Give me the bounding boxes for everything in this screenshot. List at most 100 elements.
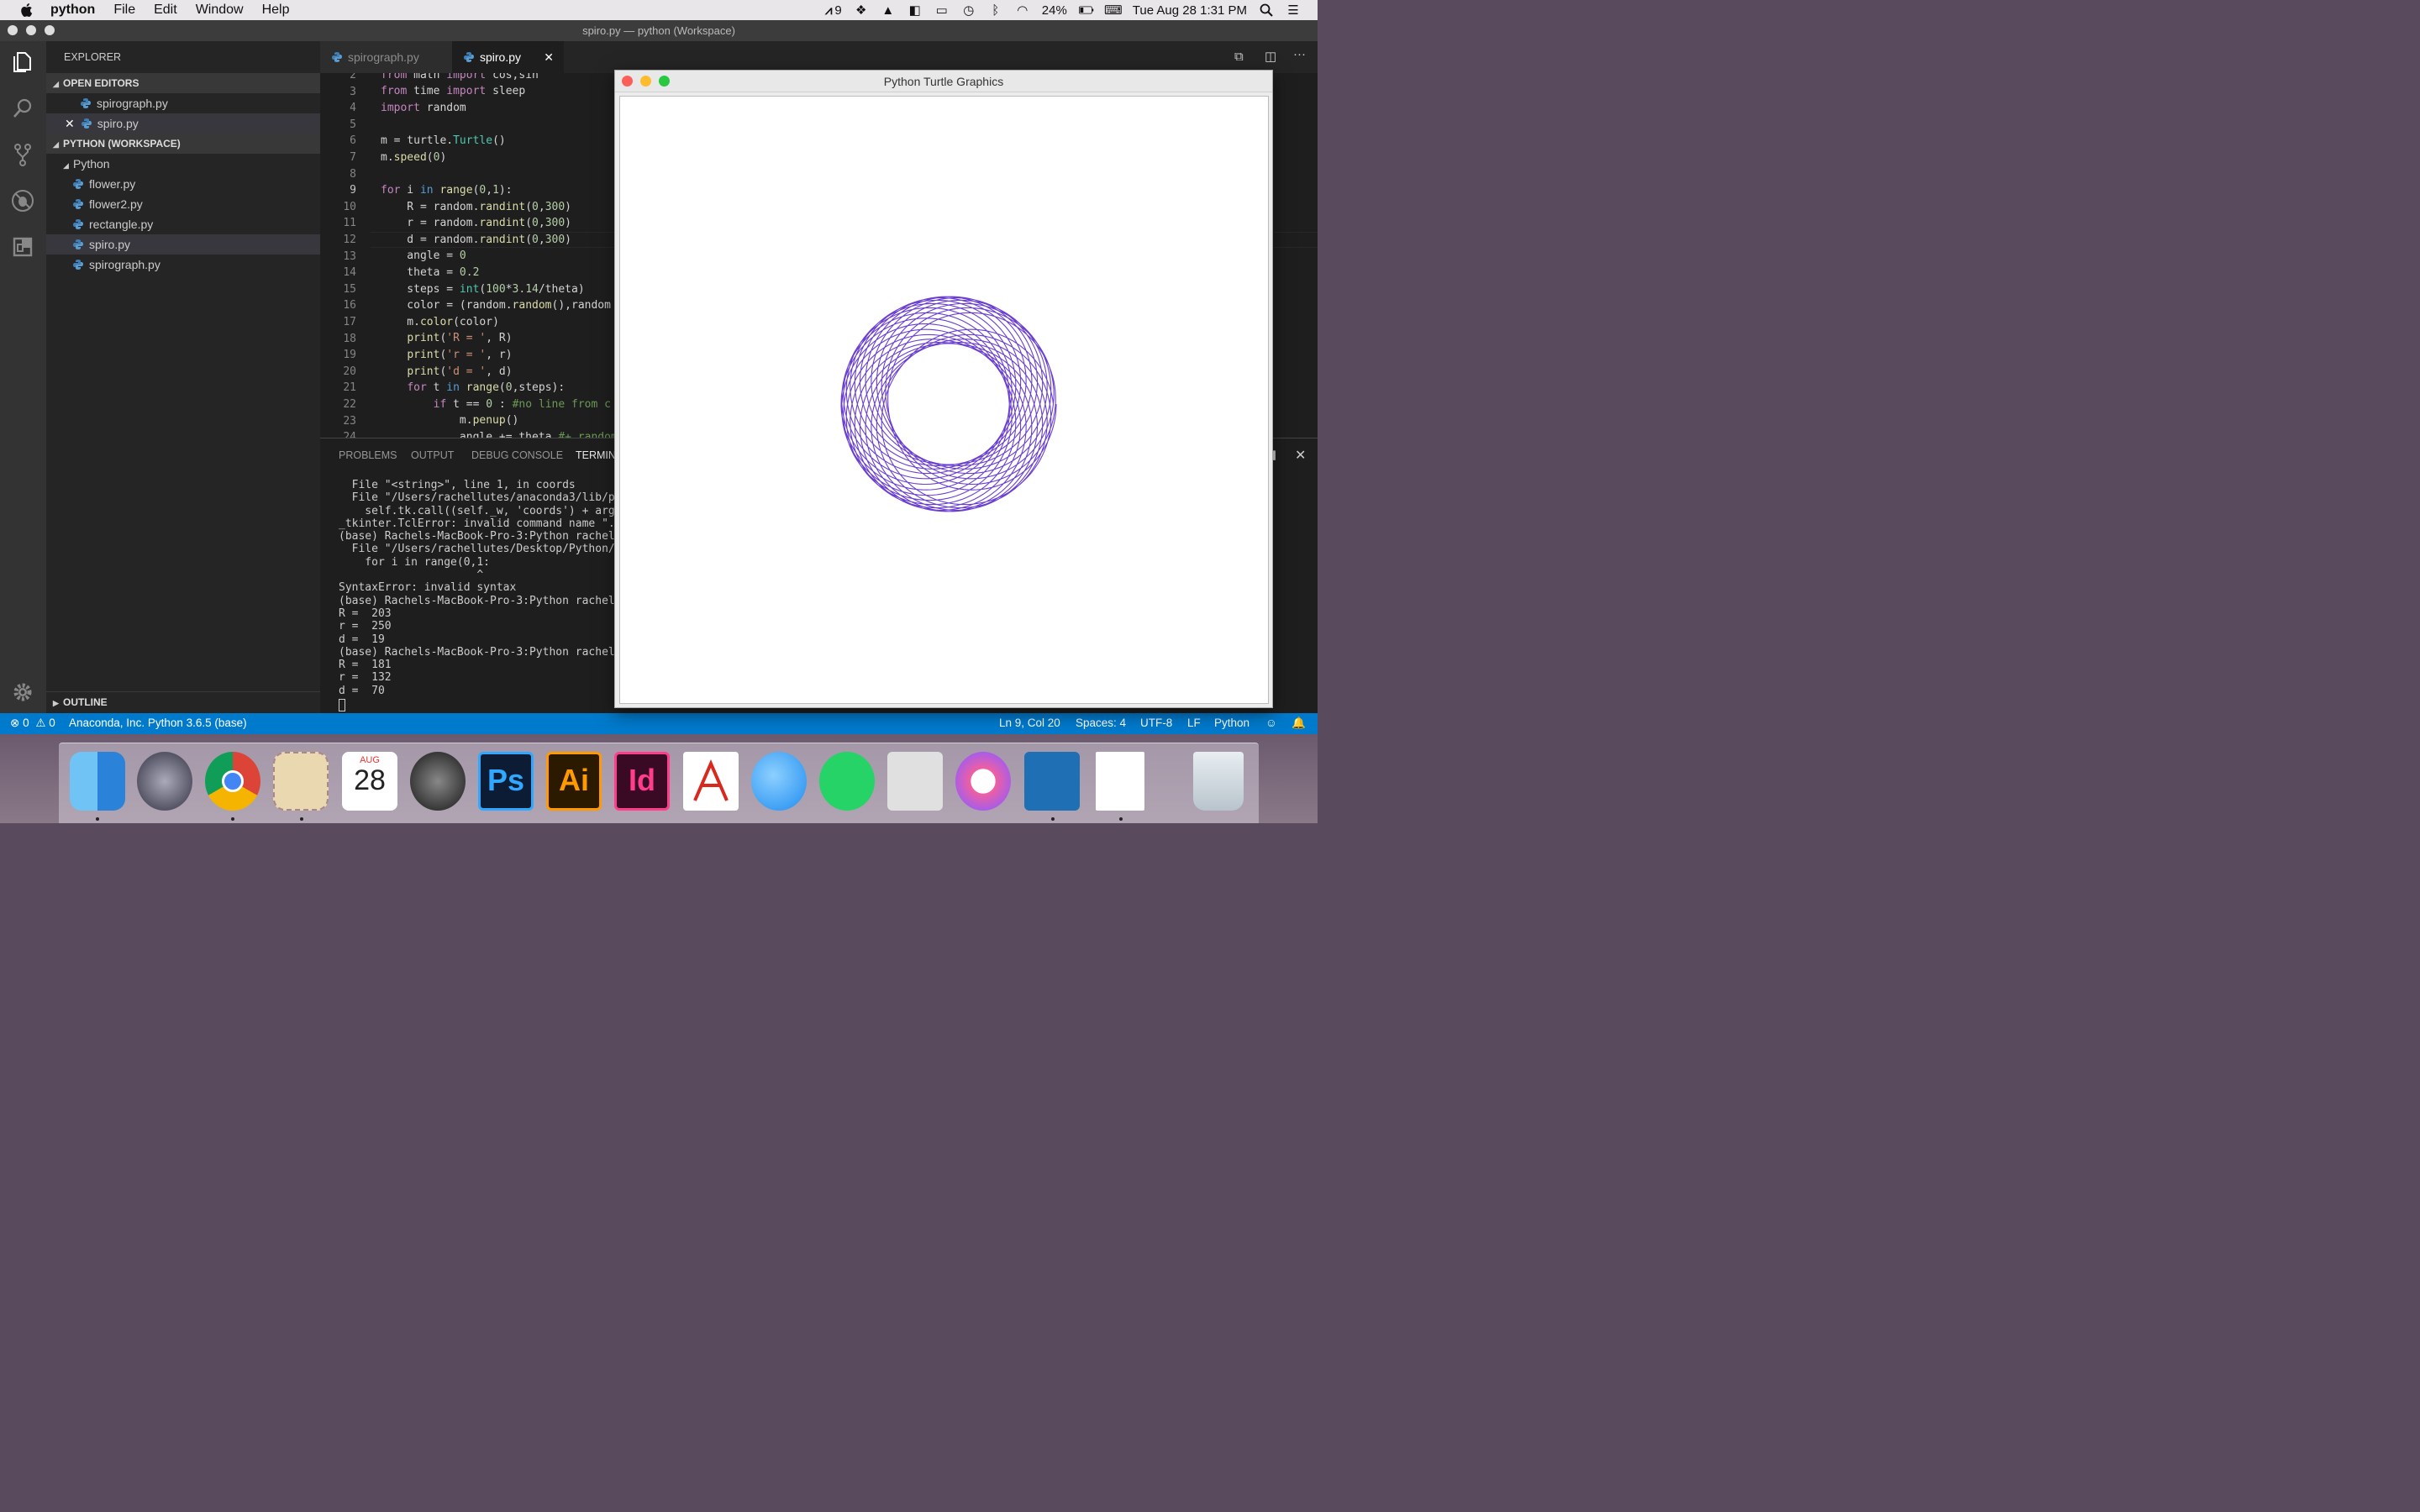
split-editor-icon[interactable]: ◫ [1265, 49, 1276, 64]
terminal-line: ^ [339, 569, 484, 582]
menu-edit[interactable]: Edit [154, 3, 177, 18]
file-flower[interactable]: flower.py [46, 174, 320, 194]
open-editors-label: OPEN EDITORS [63, 77, 139, 89]
code-line: color = (random.random(),random [381, 299, 611, 312]
battery-icon[interactable] [1078, 3, 1094, 17]
python-interpreter[interactable]: Anaconda, Inc. Python 3.6.5 (base) [69, 717, 247, 729]
open-editors-section[interactable]: ◢ OPEN EDITORS [46, 73, 320, 93]
tab-label: spiro.py [480, 50, 522, 64]
file-label: spiro.py [89, 238, 131, 251]
outline-section[interactable]: ▶ OUTLINE [46, 691, 320, 711]
mail-icon[interactable] [273, 752, 329, 811]
code-line: R = random.randint(0,300) [381, 201, 571, 213]
panel-tab-output[interactable]: OUTPUT [411, 449, 454, 461]
launchpad-icon[interactable] [137, 752, 192, 811]
photoshop-icon[interactable]: Ps [478, 752, 534, 811]
indesign-icon[interactable]: Id [614, 752, 670, 811]
bluetooth-icon[interactable]: ᛒ [988, 3, 1003, 18]
file-flower2[interactable]: flower2.py [46, 194, 320, 214]
resize-icon[interactable]: ◧ [908, 3, 923, 18]
notification-center-icon[interactable]: ☰ [1286, 3, 1301, 18]
open-changes-icon[interactable]: ⧉ [1234, 50, 1244, 64]
tab-spirograph[interactable]: spirograph.py [320, 41, 452, 73]
activity-bar [0, 41, 46, 713]
spiro-curve [840, 296, 1057, 512]
expand-triangle-icon: ▶ [53, 699, 59, 707]
calendar-icon[interactable]: AUG 28 [342, 752, 397, 811]
finder-icon[interactable] [70, 752, 125, 811]
turtle-canvas[interactable] [619, 96, 1269, 704]
time-machine-icon[interactable]: ◷ [961, 3, 976, 18]
more-actions-icon[interactable]: ··· [1293, 47, 1306, 61]
close-panel-icon[interactable]: ✕ [1295, 447, 1306, 464]
line-number: 6 [350, 134, 356, 148]
panel-tab-debug-console[interactable]: DEBUG CONSOLE [471, 449, 563, 461]
folder-python[interactable]: ◢ Python [46, 154, 320, 174]
editor-tabs: spirograph.py spiro.py ✕ ⧉ ◫ ··· [320, 41, 1318, 73]
code-line: for t in range(0,steps): [407, 381, 566, 394]
vscode-running-dot [1051, 817, 1055, 821]
terminal-line: R = 181 [339, 659, 392, 672]
finder-running-dot [96, 817, 99, 821]
folder-triangle-icon: ◢ [63, 161, 69, 170]
app-menu-python[interactable]: python [50, 3, 95, 18]
settings-gear-icon[interactable] [10, 680, 35, 705]
terminal-line: (base) Rachels-MacBook-Pro-3:Python rach… [339, 645, 622, 659]
explorer-icon[interactable] [10, 50, 35, 75]
window-title: spiro.py — python (Workspace) [582, 24, 735, 37]
feedback-smiley-icon[interactable]: ☺ [1265, 717, 1277, 729]
drive-icon[interactable]: ▲ [881, 3, 896, 18]
tab-spiro[interactable]: spiro.py ✕ [452, 41, 564, 73]
terminal-line: (base) Rachels-MacBook-Pro-3:Python rach… [339, 594, 622, 607]
turtle-window-title: Python Turtle Graphics [883, 75, 1004, 88]
document-icon[interactable] [1096, 752, 1144, 811]
spotlight-icon[interactable] [1259, 3, 1274, 17]
itunes-icon[interactable] [955, 752, 1011, 811]
chrome-icon[interactable] [205, 752, 260, 811]
line-ending[interactable]: LF [1187, 717, 1201, 729]
panel-tab-terminal[interactable]: TERMIN [576, 449, 616, 461]
wifi-icon[interactable]: ◠ [1015, 3, 1030, 18]
vscode-dock-icon[interactable] [1024, 752, 1080, 811]
code-line: m.speed(0) [381, 151, 447, 164]
search-icon[interactable] [10, 96, 35, 121]
trash-icon[interactable] [1193, 752, 1244, 811]
menu-help[interactable]: Help [262, 3, 290, 18]
keyboard-icon[interactable]: ⌨ [1104, 3, 1123, 18]
open-editor-spirograph[interactable]: spirograph.py [46, 93, 320, 113]
terminal-cursor [339, 699, 345, 711]
language-mode[interactable]: Python [1214, 717, 1249, 729]
encoding[interactable]: UTF-8 [1140, 717, 1172, 729]
whatsapp-icon[interactable] [819, 752, 875, 811]
debug-icon[interactable] [10, 188, 35, 213]
terminal-output[interactable]: File "<string>", line 1, in coords File … [339, 479, 622, 697]
system-preferences-icon[interactable] [410, 752, 466, 811]
cursor-position[interactable]: Ln 9, Col 20 [999, 717, 1060, 729]
open-editor-spiro[interactable]: ✕ spiro.py [46, 113, 320, 134]
workspace-section[interactable]: ◢ PYTHON (WORKSPACE) [46, 134, 320, 154]
problems-indicator[interactable]: ⊗ 0 ⚠ 0 [10, 717, 55, 730]
adobe-icon[interactable]: ⩘ 9 [825, 3, 842, 18]
acrobat-icon[interactable] [683, 752, 739, 811]
close-editor-icon[interactable]: ✕ [65, 117, 75, 130]
file-rectangle[interactable]: rectangle.py [46, 214, 320, 234]
terminal-line: (base) Rachels-MacBook-Pro-3:Python rach… [339, 530, 622, 543]
menu-file[interactable]: File [113, 3, 135, 18]
panel-tab-problems[interactable]: PROBLEMS [339, 449, 397, 461]
indentation[interactable]: Spaces: 4 [1076, 717, 1126, 729]
notifications-bell-icon[interactable]: 🔔 [1292, 717, 1306, 730]
line-number: 23 [343, 414, 356, 428]
source-control-icon[interactable] [10, 142, 35, 167]
clock[interactable]: Tue Aug 28 1:31 PM [1133, 3, 1247, 18]
close-tab-icon[interactable]: ✕ [544, 41, 554, 73]
apple-icon[interactable] [18, 2, 35, 18]
menu-window[interactable]: Window [196, 3, 244, 18]
file-spirograph[interactable]: spirograph.py [46, 255, 320, 275]
extensions-icon[interactable] [10, 234, 35, 260]
rhino-icon[interactable] [887, 752, 943, 811]
file-spiro[interactable]: spiro.py [46, 234, 320, 255]
messages-icon[interactable] [751, 752, 807, 811]
illustrator-icon[interactable]: Ai [546, 752, 602, 811]
dropbox-icon[interactable]: ❖ [854, 3, 869, 18]
display-icon[interactable]: ▭ [934, 3, 950, 18]
